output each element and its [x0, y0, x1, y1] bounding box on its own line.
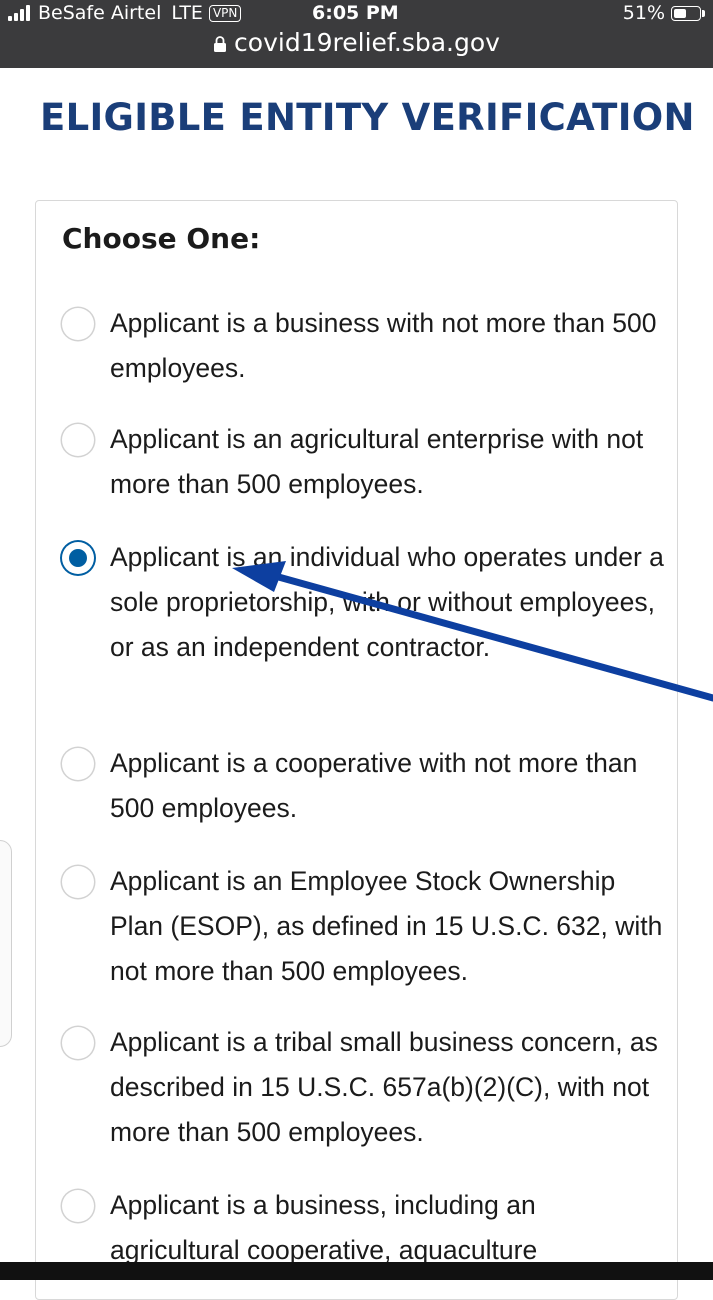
radio-button[interactable] [62, 424, 94, 456]
lock-icon [214, 35, 227, 52]
option-label[interactable]: Applicant is a business with not more th… [110, 301, 670, 391]
carrier-name: BeSafe Airtel [38, 2, 162, 24]
option-label[interactable]: Applicant is a cooperative with not more… [110, 741, 670, 831]
network-type: LTE [171, 2, 203, 24]
status-time: 6:05 PM [312, 2, 399, 24]
option-label[interactable]: Applicant is a business, including an ag… [110, 1183, 670, 1273]
side-handle[interactable] [0, 840, 12, 1047]
status-right: 51% [622, 2, 705, 24]
battery-percent: 51% [622, 2, 665, 24]
radio-button[interactable] [62, 1027, 94, 1059]
battery-icon [671, 5, 705, 21]
page-title: ELIGIBLE ENTITY VERIFICATION [40, 96, 695, 139]
battery-fill [674, 8, 686, 18]
choose-one-label: Choose One: [62, 222, 261, 255]
bottom-edge [0, 1262, 713, 1280]
signal-icon [8, 5, 30, 21]
radio-button-selected[interactable] [62, 542, 94, 574]
radio-button[interactable] [62, 866, 94, 898]
radio-button[interactable] [62, 1190, 94, 1222]
url-text[interactable]: covid19relief.sba.gov [234, 28, 500, 57]
option-label[interactable]: Applicant is an Employee Stock Ownership… [110, 859, 670, 994]
option-label[interactable]: Applicant is an agricultural enterprise … [110, 417, 670, 507]
status-left: BeSafe Airtel LTE VPN [8, 2, 242, 24]
status-bar: BeSafe Airtel LTE VPN 6:05 PM 51% covid1… [0, 0, 713, 68]
address-bar[interactable]: covid19relief.sba.gov [0, 28, 713, 57]
option-label[interactable]: Applicant is a tribal small business con… [110, 1020, 670, 1155]
option-label[interactable]: Applicant is an individual who operates … [110, 535, 670, 670]
radio-button[interactable] [62, 748, 94, 780]
vpn-badge: VPN [208, 4, 242, 22]
radio-button[interactable] [62, 308, 94, 340]
